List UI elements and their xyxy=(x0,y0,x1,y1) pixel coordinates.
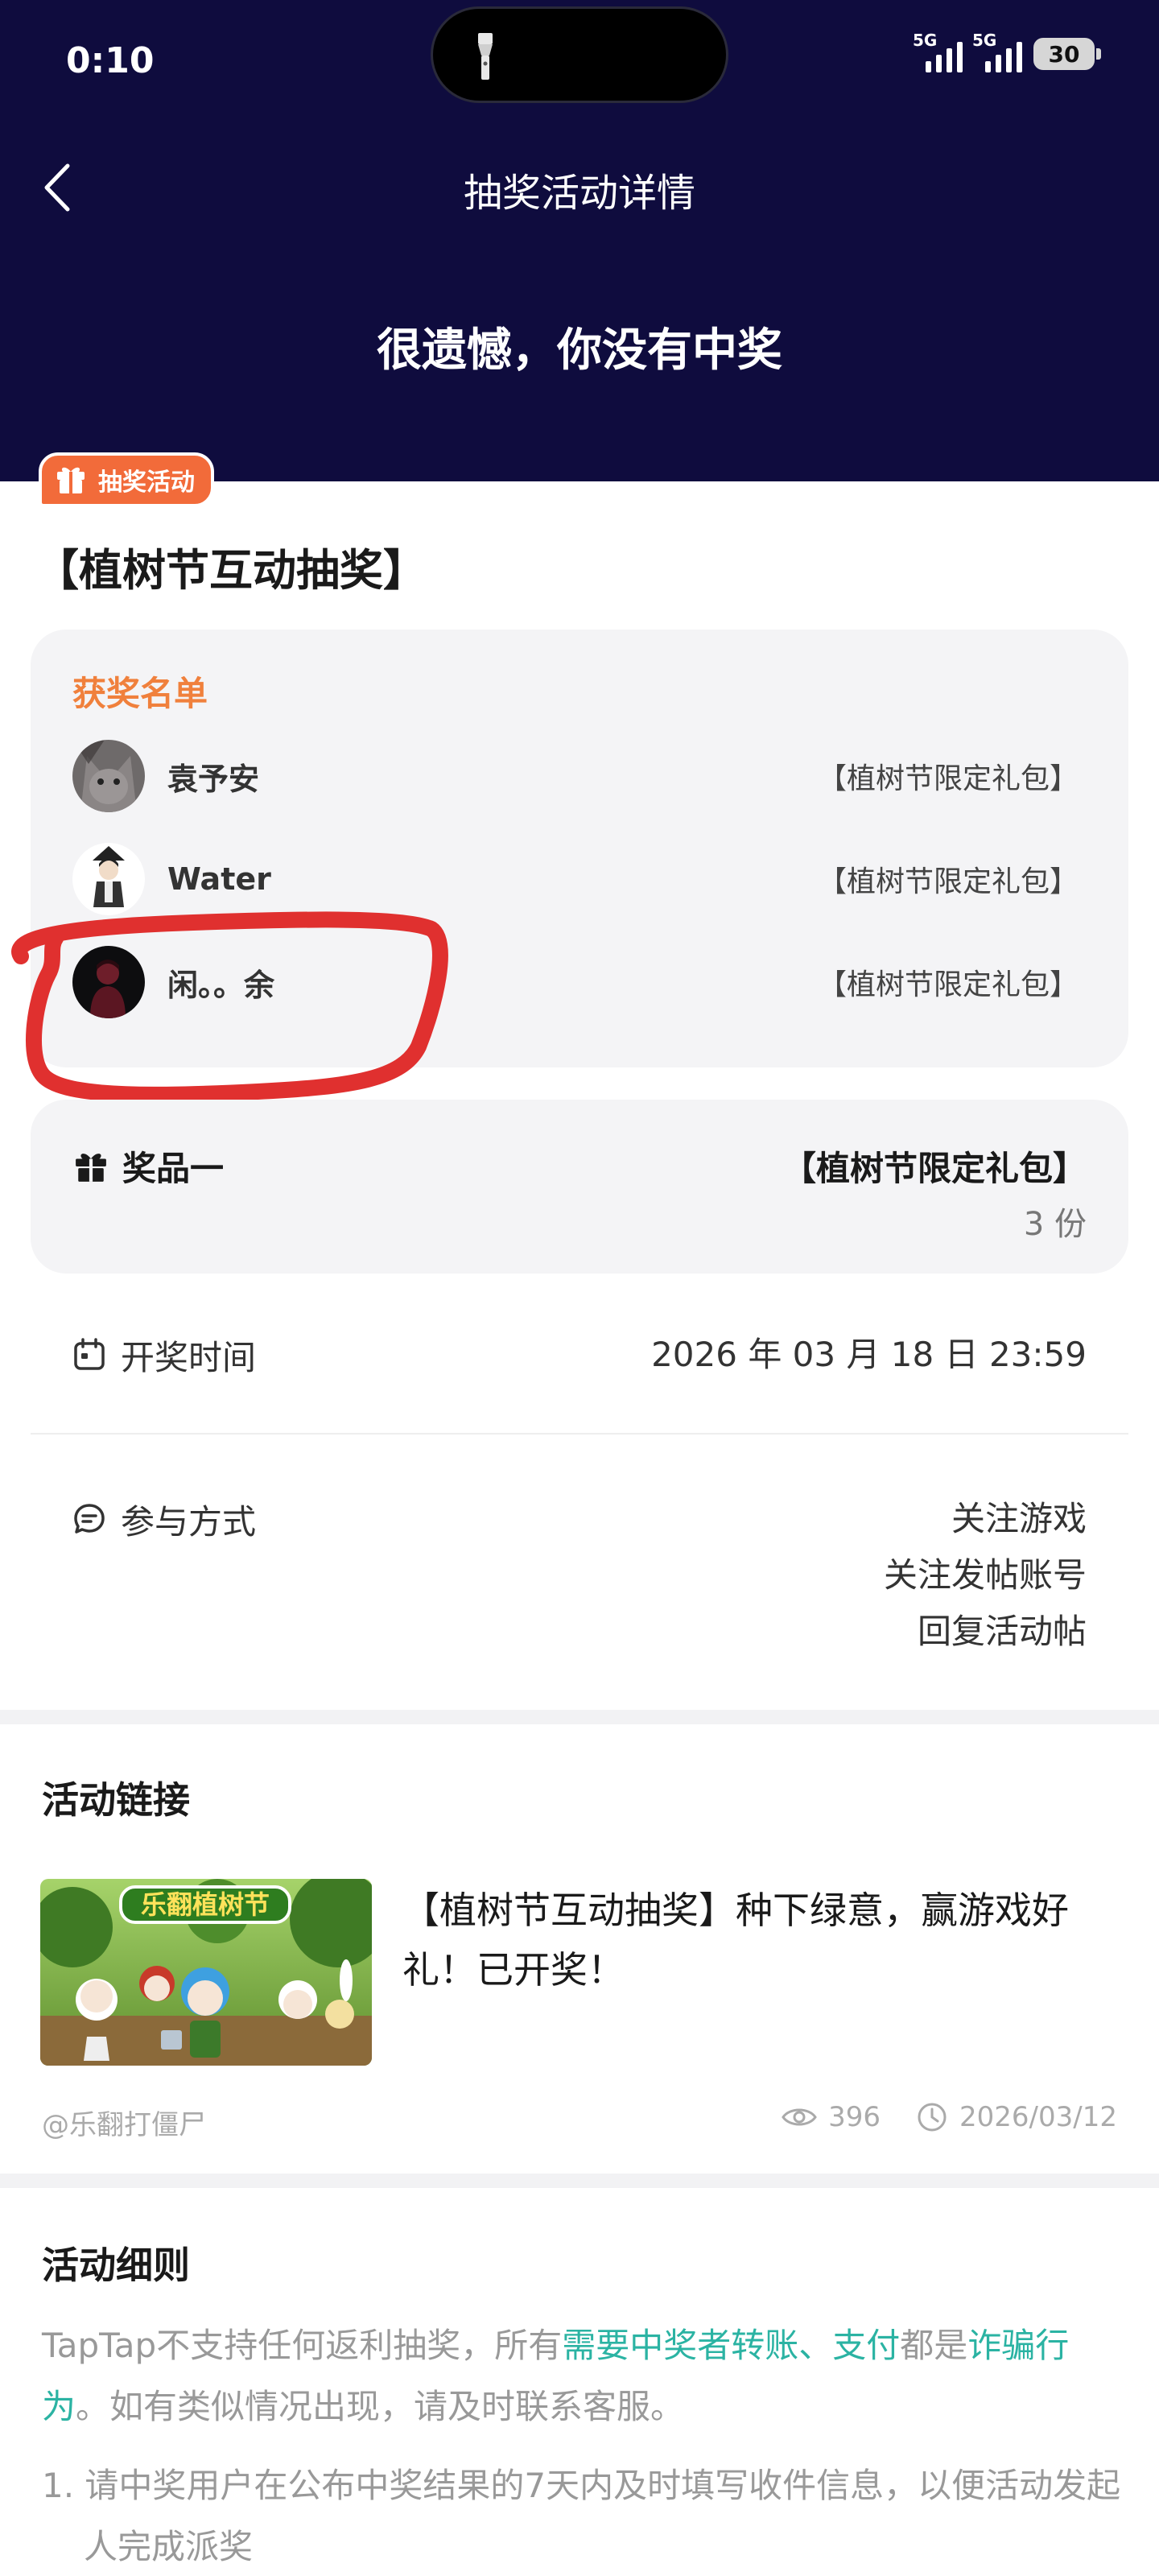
clock-icon xyxy=(918,2103,947,2132)
status-time: 0:10 xyxy=(66,40,155,81)
header: 0:10 5G 5G 30 抽奖活动详情 很遗憾，你没有中奖 xyxy=(0,0,1159,481)
winner-prize: 【植树节限定礼包】 xyxy=(817,968,1079,1001)
prize-name: 【植树节限定礼包】 xyxy=(782,1149,1087,1188)
rules-text: 。如有类似情况出现，请及时联系客服。 xyxy=(76,2387,685,2426)
participation-label-group: 参与方式 xyxy=(72,1491,256,1547)
view-count: 396 xyxy=(828,2101,881,2133)
winner-prize: 【植树节限定礼包】 xyxy=(817,762,1079,795)
prize-count: 3 份 xyxy=(1023,1206,1087,1243)
rules-text: 都是 xyxy=(900,2326,968,2365)
section-separator xyxy=(0,1710,1159,1724)
badge-label: 抽奖活动 xyxy=(98,469,195,497)
participation-method: 回复活动帖 xyxy=(917,1612,1087,1651)
draw-time-row: 开奖时间 2026 年 03 月 18 日 23:59 xyxy=(72,1327,1087,1383)
signal-icon: 5G xyxy=(972,31,1022,72)
page-title: 抽奖活动详情 xyxy=(463,171,695,216)
winner-row[interactable]: 袁予安 【植树节限定礼包】 xyxy=(72,737,1119,815)
draw-time-value: 2026 年 03 月 18 日 23:59 xyxy=(651,1335,1087,1374)
rules-title: 活动细则 xyxy=(42,2244,190,2287)
activity-title: 【植树节互动抽奖】 xyxy=(35,545,427,596)
prize-label-group: 奖品一 xyxy=(74,1141,224,1191)
status-icons: 5G 5G 30 xyxy=(913,31,1101,72)
chat-icon xyxy=(74,1504,105,1534)
participation-methods: 关注游戏 关注发帖账号 回复活动帖 xyxy=(884,1491,1087,1660)
red-annotation-circle xyxy=(11,911,448,1103)
calendar-icon xyxy=(74,1338,105,1370)
gift-icon xyxy=(76,1153,106,1182)
avatar[interactable] xyxy=(72,740,145,812)
prize-card: 奖品一 【植树节限定礼包】 3 份 xyxy=(31,1100,1128,1274)
draw-result-text: 很遗憾，你没有中奖 xyxy=(377,324,782,377)
rules-notice: TapTap不支持任何返利抽奖，所有需要中奖者转账、支付都是诈骗行为。如有类似情… xyxy=(42,2315,1128,2438)
winners-heading: 获奖名单 xyxy=(72,674,208,713)
thumbnail-caption: 乐翻植树节 xyxy=(141,1889,270,1920)
winner-name: 袁予安 xyxy=(167,761,260,797)
divider xyxy=(31,1433,1128,1435)
dynamic-island xyxy=(431,6,728,103)
battery-icon: 30 xyxy=(1033,38,1101,70)
flashlight-icon xyxy=(478,33,493,80)
author-name[interactable]: @乐翻打僵尸 xyxy=(42,2103,206,2142)
network-type: 5G xyxy=(913,31,938,50)
eye-icon xyxy=(782,2108,817,2126)
post-meta: 396 2026/03/12 xyxy=(782,2101,1117,2133)
network-type: 5G xyxy=(972,31,997,50)
gift-icon xyxy=(57,467,85,493)
prize-label: 奖品一 xyxy=(122,1149,225,1188)
section-separator xyxy=(0,2174,1159,2188)
rules-text: TapTap不支持任何返利抽奖，所有 xyxy=(42,2326,563,2365)
lottery-badge: 抽奖活动 xyxy=(39,452,214,507)
participation-row: 参与方式 关注游戏 关注发帖账号 回复活动帖 xyxy=(72,1491,1087,1660)
participation-label: 参与方式 xyxy=(121,1501,257,1542)
post-date: 2026/03/12 xyxy=(959,2101,1117,2133)
rules-highlight: 需要中奖者转账、支付 xyxy=(562,2326,901,2365)
winner-prize: 【植树节限定礼包】 xyxy=(817,865,1079,898)
activity-link-title: 活动链接 xyxy=(42,1778,190,1822)
activity-thumbnail[interactable]: 乐翻植树节 xyxy=(40,1879,372,2066)
participation-method: 关注发帖账号 xyxy=(883,1555,1087,1595)
participation-method: 关注游戏 xyxy=(951,1499,1087,1538)
draw-time-label-group: 开奖时间 xyxy=(72,1327,256,1383)
battery-level: 30 xyxy=(1048,40,1080,68)
rules-item: 1. 请中奖用户在公布中奖结果的7天内及时填写收件信息，以便活动发起人完成派奖 xyxy=(42,2466,1121,2566)
activity-link-text[interactable]: 【植树节互动抽奖】种下绿意，赢游戏好礼！已开奖！ xyxy=(402,1880,1127,2000)
draw-time-label: 开奖时间 xyxy=(121,1337,257,1377)
signal-icon: 5G xyxy=(913,31,963,72)
